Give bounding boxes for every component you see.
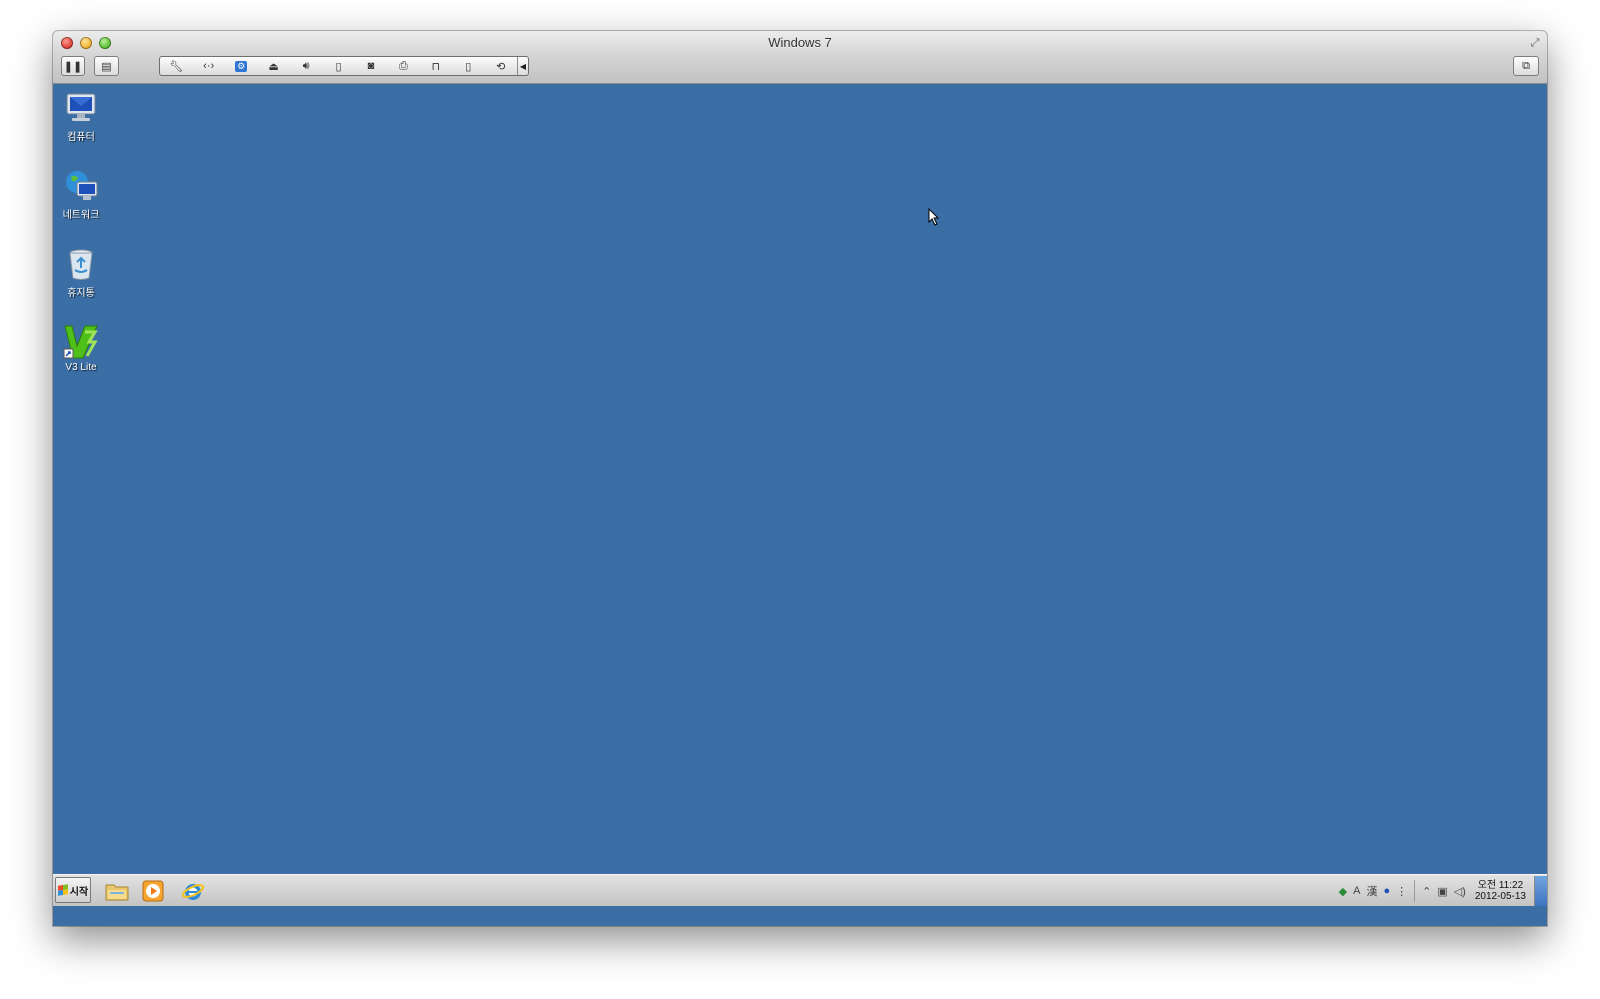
device-toolbar: 🔧︎ ‹·› ⚙ ⏏ 🔊︎ ▯ ◙ ⎙ ⊓ ▯ ⟲ ◀ [159, 56, 529, 76]
v3-lite-icon [63, 324, 99, 360]
network-globe-icon [63, 168, 99, 204]
recycle-bin-icon [63, 246, 99, 282]
wrench-icon[interactable]: 🔧︎ [160, 57, 192, 75]
chevron-left-icon[interactable]: ◀ [517, 57, 528, 75]
system-tray: ◆ A 漢 ● ⋮ ⌃ ▣ ◁) 오전 11:22 2012-05-13 [1336, 875, 1547, 907]
computer-icon [63, 90, 99, 126]
explorer-icon [105, 884, 129, 901]
mouse-cursor-icon [928, 207, 942, 226]
taskbar-explorer[interactable] [103, 878, 131, 904]
network-status-icon[interactable]: ▣ [1437, 885, 1447, 898]
desktop-icon-network[interactable]: 네트워크 [59, 168, 103, 221]
show-hidden-icons-icon[interactable]: ⌃ [1422, 885, 1431, 898]
windows-flag-icon [57, 884, 68, 896]
window-mode-button[interactable]: ⧉ [1513, 56, 1539, 76]
title-bar[interactable]: Windows 7 ⤢ ❚❚ ▤ 🔧︎ ‹·› ⚙ ⏏ 🔊︎ ▯ ◙ ⎙ ⊓ ▯… [53, 31, 1547, 84]
desktop-icon-label: 휴지통 [67, 288, 95, 299]
ime-options-icon[interactable]: ⋮ [1396, 885, 1407, 898]
clock-date: 2012-05-13 [1474, 891, 1526, 902]
show-desktop-button[interactable] [1534, 876, 1547, 906]
camera-icon[interactable]: ◙ [355, 57, 387, 75]
snapshot-button[interactable]: ▤ [94, 56, 119, 76]
desktop-icon-v3-lite[interactable]: V3 Lite [59, 324, 103, 373]
window-title: Windows 7 [768, 35, 832, 50]
help-icon[interactable]: ● [1383, 885, 1390, 897]
taskbar-internet-explorer[interactable] [179, 878, 207, 904]
media-player-icon [142, 880, 164, 902]
desktop[interactable]: 컴퓨터 네트워크 휴지통 V3 Lite [53, 84, 1547, 874]
mouse-icon[interactable]: ⊓ [420, 57, 452, 75]
network-icon[interactable]: ‹·› [192, 57, 224, 75]
start-label: 시작 [69, 886, 89, 898]
taskbar-media-player[interactable] [139, 878, 167, 904]
ime-toolbar-icon[interactable]: ◆ [1339, 885, 1347, 898]
sound-icon[interactable]: 🔊︎ [290, 57, 322, 75]
phone-icon[interactable]: ▯ [452, 57, 484, 75]
desktop-icon-computer[interactable]: 컴퓨터 [59, 90, 103, 143]
desktop-icon-label: 컴퓨터 [67, 132, 95, 143]
taskbar: 시작 ◆ A 漢 ● ⋮ ⌃ ▣ ◁) 오전 11:22 2012-05-13 [53, 874, 1547, 906]
cd-icon[interactable]: ⏏ [257, 57, 289, 75]
tray-divider [1414, 880, 1416, 902]
sync-icon[interactable]: ⟲ [485, 57, 517, 75]
vm-window: Windows 7 ⤢ ❚❚ ▤ 🔧︎ ‹·› ⚙ ⏏ 🔊︎ ▯ ◙ ⎙ ⊓ ▯… [53, 31, 1547, 926]
desktop-icon-label: V3 Lite [65, 362, 97, 373]
window-mode-icon: ⧉ [1522, 59, 1530, 72]
pause-icon: ❚❚ [63, 60, 83, 73]
desktop-icon-label: 네트워크 [62, 210, 100, 221]
ime-mode-hanja[interactable]: 漢 [1366, 883, 1377, 899]
pause-button[interactable]: ❚❚ [61, 56, 85, 76]
volume-icon[interactable]: ◁) [1454, 885, 1466, 898]
desktop-icon-recycle-bin[interactable]: 휴지통 [59, 246, 103, 299]
ime-mode-a[interactable]: A [1353, 885, 1360, 897]
usb-icon[interactable]: ⚙ [225, 57, 257, 75]
snapshot-icon: ▤ [101, 60, 112, 73]
device-icon[interactable]: ▯ [322, 57, 354, 75]
internet-explorer-icon [181, 884, 205, 900]
clock[interactable]: 오전 11:22 2012-05-13 [1475, 880, 1526, 902]
fullscreen-icon[interactable]: ⤢ [1529, 37, 1541, 49]
clock-time: 오전 11:22 [1477, 880, 1524, 891]
start-button[interactable]: 시작 [55, 877, 91, 903]
printer-icon[interactable]: ⎙ [387, 57, 419, 75]
